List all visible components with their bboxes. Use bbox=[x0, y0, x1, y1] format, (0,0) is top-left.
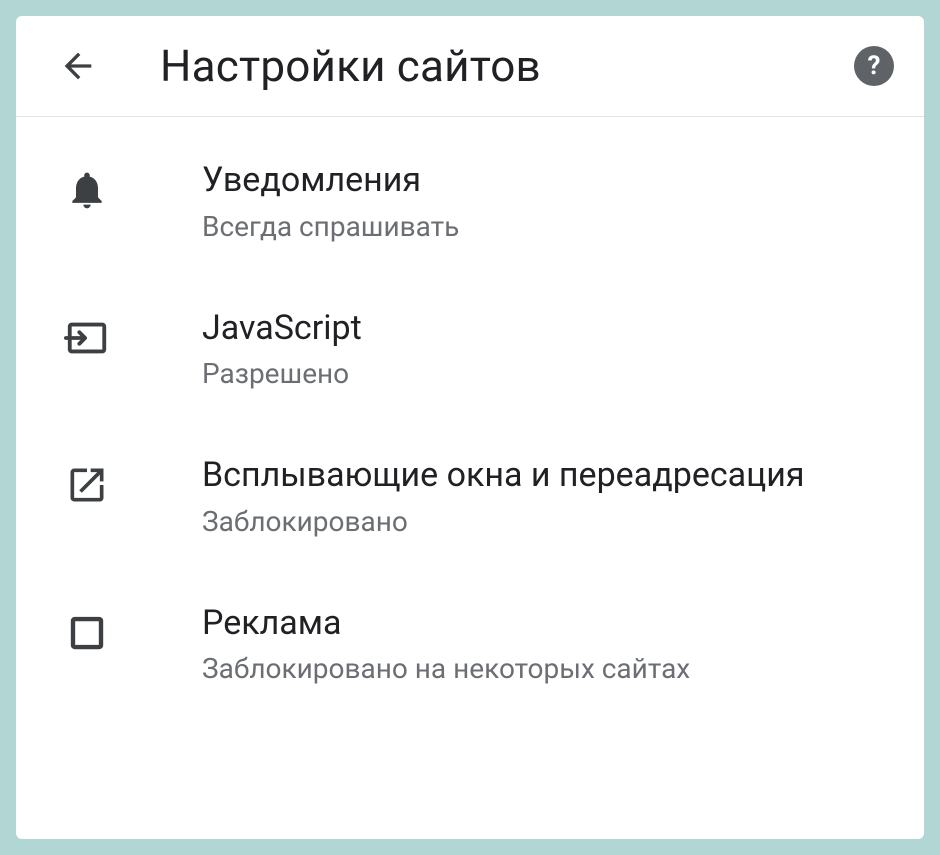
item-text: Уведомления Всегда спрашивать bbox=[202, 159, 459, 243]
item-title: Уведомления bbox=[202, 159, 459, 202]
settings-card: Настройки сайтов ? Уведомления Всегда сп… bbox=[16, 16, 924, 839]
item-title: JavaScript bbox=[202, 307, 362, 350]
settings-list: Уведомления Всегда спрашивать JavaScript… bbox=[16, 117, 924, 839]
item-subtitle: Разрешено bbox=[202, 357, 362, 390]
arrow-left-icon bbox=[58, 46, 98, 86]
setting-item-notifications[interactable]: Уведомления Всегда спрашивать bbox=[16, 127, 924, 275]
page-title: Настройки сайтов bbox=[160, 40, 854, 92]
item-text: JavaScript Разрешено bbox=[202, 307, 362, 391]
question-mark-icon: ? bbox=[868, 51, 881, 81]
item-subtitle: Всегда спрашивать bbox=[202, 210, 459, 243]
open-in-new-icon bbox=[60, 458, 114, 512]
item-subtitle: Заблокировано bbox=[202, 505, 805, 538]
item-title: Всплывающие окна и переадресация bbox=[202, 454, 805, 497]
square-icon bbox=[60, 606, 114, 660]
item-text: Всплывающие окна и переадресация Заблоки… bbox=[202, 454, 805, 538]
item-title: Реклама bbox=[202, 602, 690, 645]
help-button[interactable]: ? bbox=[854, 46, 894, 86]
setting-item-popups[interactable]: Всплывающие окна и переадресация Заблоки… bbox=[16, 422, 924, 570]
header: Настройки сайтов ? bbox=[16, 16, 924, 117]
item-text: Реклама Заблокировано на некоторых сайта… bbox=[202, 602, 690, 686]
item-subtitle: Заблокировано на некоторых сайтах bbox=[202, 652, 690, 685]
input-icon bbox=[60, 311, 114, 365]
setting-item-javascript[interactable]: JavaScript Разрешено bbox=[16, 275, 924, 423]
bell-icon bbox=[60, 163, 114, 217]
back-button[interactable] bbox=[56, 44, 100, 88]
setting-item-ads[interactable]: Реклама Заблокировано на некоторых сайта… bbox=[16, 570, 924, 718]
